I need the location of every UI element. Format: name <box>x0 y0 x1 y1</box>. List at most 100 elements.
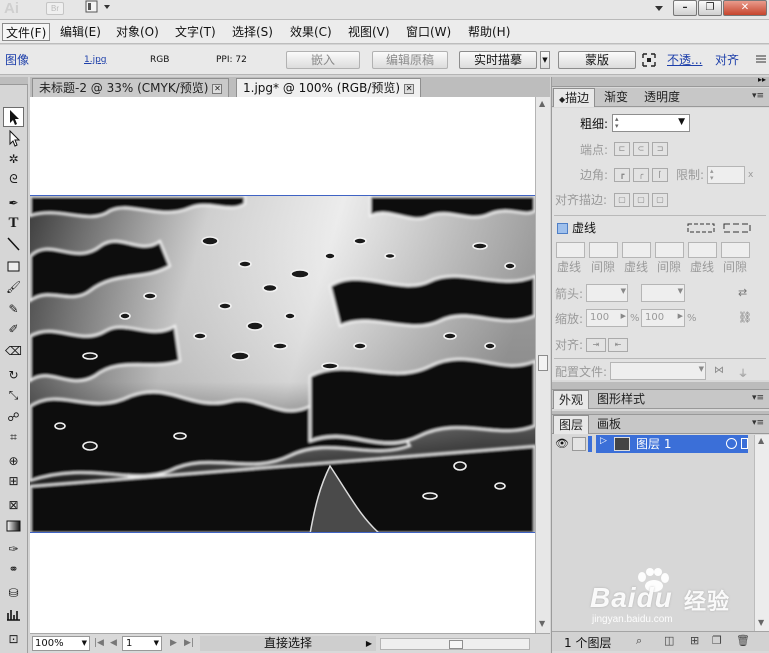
tab-gradient[interactable]: 渐变 <box>599 88 633 107</box>
layers-scrollbar[interactable]: ▲ ▼ <box>754 435 769 631</box>
align-outside-button[interactable]: ▢ <box>652 193 668 207</box>
end-arrowhead-select[interactable]: ▼ <box>641 284 685 302</box>
tab-graphic-styles[interactable]: 图形样式 <box>592 390 650 409</box>
mask-button[interactable]: 蒙版 <box>558 51 636 69</box>
opacity-link[interactable]: 不透... <box>667 52 702 68</box>
restore-button[interactable]: ❐ <box>698 0 722 16</box>
align-link[interactable]: 对齐 <box>715 52 739 68</box>
make-clipping-mask-icon[interactable]: ◫ <box>664 634 674 647</box>
end-scale-field[interactable]: 100 ▶ <box>641 309 685 327</box>
lock-toggle[interactable] <box>572 437 586 451</box>
eraser-tool[interactable]: ⌫ <box>3 341 24 361</box>
delete-layer-icon[interactable]: 🗑 <box>736 634 750 647</box>
gap-2-field[interactable] <box>655 242 684 258</box>
start-arrowhead-select[interactable]: ▼ <box>586 284 628 302</box>
rotate-tool[interactable]: ↻ <box>3 365 24 385</box>
menu-effect[interactable]: 效果(C) <box>287 23 335 41</box>
placed-image[interactable] <box>30 195 535 533</box>
butt-cap-button[interactable]: ⊏ <box>614 142 630 156</box>
panel-menu-icon[interactable]: ▾≡ <box>752 91 764 101</box>
direct-selection-tool[interactable] <box>3 129 24 149</box>
align-dash-corners-button[interactable] <box>722 222 752 237</box>
menu-file[interactable]: 文件(F) <box>2 23 51 41</box>
warp-tool[interactable]: ☍ <box>3 407 24 427</box>
shape-builder-tool[interactable]: ⊕ <box>3 451 24 471</box>
last-artboard-button[interactable]: ▶| <box>184 636 194 651</box>
scrollbar-thumb[interactable] <box>449 640 463 649</box>
scroll-down-icon[interactable]: ▼ <box>758 618 764 627</box>
selection-tool[interactable] <box>3 107 24 127</box>
selection-indicator[interactable] <box>741 438 748 449</box>
panel-group-header[interactable]: ▸▸ <box>552 75 769 87</box>
close-icon[interactable]: ✕ <box>404 84 415 94</box>
paintbrush-tool[interactable]: 🖌 <box>3 277 24 297</box>
chevron-down-icon[interactable]: ▼ <box>678 117 685 127</box>
gap-1-field[interactable] <box>589 242 618 258</box>
eyedropper-tool[interactable]: ✑ <box>3 539 24 559</box>
tracing-presets-dropdown[interactable]: ▼ <box>540 51 550 69</box>
projecting-cap-button[interactable]: ⊐ <box>652 142 668 156</box>
document-canvas[interactable] <box>30 97 535 633</box>
panel-menu-icon[interactable]: ▾≡ <box>752 418 764 428</box>
gradient-tool[interactable] <box>3 517 24 537</box>
arrange-documents-button[interactable] <box>84 0 114 14</box>
stepper-icon[interactable]: ▴ ▾ <box>710 168 714 182</box>
magic-wand-tool[interactable]: ✲ <box>3 149 24 169</box>
tab-transparency[interactable]: 透明度 <box>639 88 685 107</box>
bridge-button[interactable]: Br <box>46 2 64 15</box>
gap-3-field[interactable] <box>721 242 750 258</box>
lasso-tool[interactable]: ᘓ <box>3 169 24 189</box>
tab-appearance[interactable]: 外观 <box>553 390 590 409</box>
menu-help[interactable]: 帮助(H) <box>465 23 513 41</box>
align-center-button[interactable]: ▢ <box>614 193 630 207</box>
miter-join-button[interactable]: ┏ <box>614 168 630 182</box>
tab-stroke[interactable]: ◆描边 <box>553 88 596 107</box>
close-icon[interactable]: ✕ <box>212 84 223 94</box>
workspace-switcher[interactable] <box>653 1 665 15</box>
preserve-dash-button[interactable] <box>686 222 716 237</box>
scroll-up-icon[interactable]: ▲ <box>758 436 764 445</box>
layer-row[interactable]: ▷ 图层 1 <box>596 435 748 453</box>
dash-3-field[interactable] <box>688 242 717 258</box>
live-trace-button[interactable]: 实时描摹 <box>459 51 537 69</box>
artboard-number-select[interactable]: 1 ▼ <box>122 636 162 651</box>
scroll-up-icon[interactable]: ▲ <box>539 99 545 108</box>
dash-1-field[interactable] <box>556 242 585 258</box>
weight-field[interactable]: ▴ ▾ ▼ <box>612 114 690 132</box>
panel-menu-icon[interactable]: ▾≡ <box>752 393 764 403</box>
blend-tool[interactable]: ⚭ <box>3 559 24 579</box>
column-graph-tool[interactable] <box>3 605 24 625</box>
menu-edit[interactable]: 编辑(E) <box>57 23 104 41</box>
expand-icon[interactable]: ▷ <box>600 436 607 446</box>
collapse-icon[interactable]: ▸▸ <box>758 75 766 84</box>
rectangle-tool[interactable] <box>3 257 24 277</box>
menu-view[interactable]: 视图(V) <box>345 23 393 41</box>
first-artboard-button[interactable]: |◀ <box>94 636 104 651</box>
locate-object-icon[interactable]: ⌕ <box>636 634 642 648</box>
tools-panel-header[interactable] <box>0 77 28 85</box>
pencil-tool[interactable]: ✎ <box>3 299 24 319</box>
arrow-place-button[interactable]: ⇤ <box>608 338 628 352</box>
flip-along-icon[interactable]: ⋈ <box>714 365 724 376</box>
round-cap-button[interactable]: ⊂ <box>633 142 649 156</box>
symbol-sprayer-tool[interactable]: ⛁ <box>3 583 24 603</box>
menu-window[interactable]: 窗口(W) <box>403 23 454 41</box>
previous-artboard-button[interactable]: ◀ <box>110 636 117 651</box>
menu-object[interactable]: 对象(O) <box>113 23 162 41</box>
linked-file-link[interactable]: 1.jpg <box>84 53 107 67</box>
scroll-down-icon[interactable]: ▼ <box>539 619 545 628</box>
flip-across-icon[interactable]: ⏚ <box>738 365 748 380</box>
profile-select[interactable]: ▼ <box>610 362 706 380</box>
blob-brush-tool[interactable]: ✐ <box>3 319 24 339</box>
tab-layers[interactable]: 图层 <box>553 415 590 434</box>
status-menu[interactable]: 直接选择 ▶ <box>200 636 376 651</box>
close-button[interactable]: ✕ <box>723 0 767 16</box>
swap-arrowheads-icon[interactable]: ⇄ <box>738 286 747 299</box>
round-join-button[interactable]: ╭ <box>633 168 649 182</box>
minimize-button[interactable]: – <box>673 0 697 16</box>
mesh-tool[interactable]: ⊠ <box>3 495 24 515</box>
next-artboard-button[interactable]: ▶ <box>170 636 177 651</box>
control-bar-menu-button[interactable] <box>755 53 767 65</box>
scale-tool[interactable]: ⤡ <box>3 385 24 405</box>
embed-button[interactable]: 嵌入 <box>286 51 360 69</box>
